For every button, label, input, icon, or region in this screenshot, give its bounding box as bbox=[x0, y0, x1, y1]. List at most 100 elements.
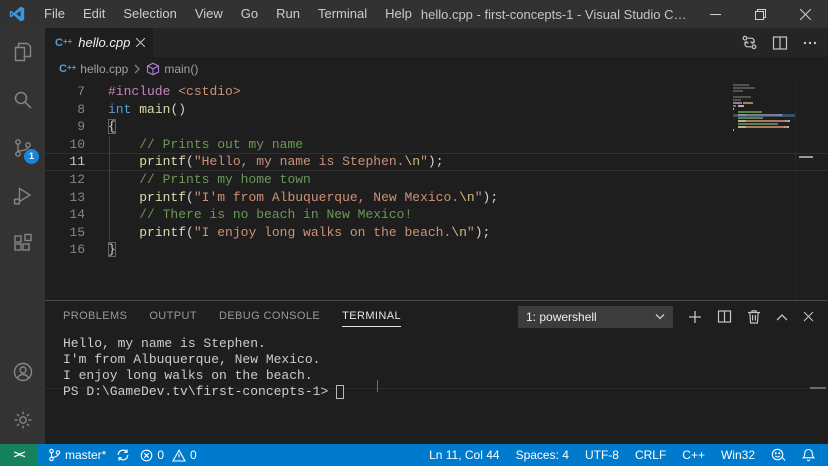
minimap-seg bbox=[733, 129, 734, 131]
code-editor[interactable]: 7#include <cstdio>8int main()9{10 // Pri… bbox=[45, 80, 828, 300]
code-token: ); bbox=[483, 190, 499, 205]
line-number[interactable]: 14 bbox=[45, 206, 85, 224]
line-number[interactable]: 13 bbox=[45, 189, 85, 207]
menu-item-go[interactable]: Go bbox=[232, 0, 267, 28]
symbol-method-icon bbox=[146, 62, 160, 76]
close-button[interactable] bbox=[783, 0, 828, 28]
minimap-row bbox=[733, 117, 795, 119]
close-panel-icon[interactable] bbox=[803, 311, 814, 322]
panel-tab-terminal[interactable]: TERMINAL bbox=[342, 302, 401, 331]
breadcrumb-file[interactable]: hello.cpp bbox=[80, 62, 128, 76]
language-mode[interactable]: C++ bbox=[682, 448, 705, 462]
code-line-12[interactable]: 12 // Prints my home town bbox=[45, 171, 828, 189]
minimap-row bbox=[733, 96, 795, 98]
menu-item-selection[interactable]: Selection bbox=[114, 0, 185, 28]
extensions-icon[interactable] bbox=[0, 220, 45, 268]
kill-terminal-icon[interactable] bbox=[747, 309, 761, 324]
explorer-icon[interactable] bbox=[0, 28, 45, 76]
minimap-seg bbox=[733, 90, 743, 92]
minimap[interactable] bbox=[733, 84, 795, 132]
tab-close-icon[interactable] bbox=[136, 38, 145, 47]
line-number[interactable]: 15 bbox=[45, 224, 85, 242]
panel-scrollbar-dash bbox=[810, 387, 826, 389]
manage-gear-icon[interactable] bbox=[0, 396, 45, 444]
panel-tab-debug-console[interactable]: DEBUG CONSOLE bbox=[219, 302, 320, 331]
terminal[interactable]: Hello, my name is Stephen.I'm from Albuq… bbox=[45, 332, 828, 400]
code-token: "I'm from Albuquerque, New Mexico. bbox=[194, 190, 459, 205]
feedback-icon[interactable] bbox=[771, 448, 786, 462]
code-line-8[interactable]: 8int main() bbox=[45, 101, 828, 119]
code-line-9[interactable]: 9{ bbox=[45, 118, 828, 136]
tab-hello-cpp[interactable]: C++ hello.cpp bbox=[45, 28, 153, 57]
menu-item-view[interactable]: View bbox=[186, 0, 232, 28]
code-token: main bbox=[139, 102, 170, 117]
code-line-16[interactable]: 16} bbox=[45, 241, 828, 259]
search-icon[interactable] bbox=[0, 76, 45, 124]
errors-icon bbox=[140, 449, 153, 462]
terminal-selector[interactable]: 1: powershell bbox=[518, 306, 673, 328]
code-token: " bbox=[420, 154, 428, 169]
more-actions-icon[interactable] bbox=[802, 35, 818, 51]
vscode-window: FileEditSelectionViewGoRunTerminalHelp h… bbox=[0, 0, 828, 466]
panel-tab-output[interactable]: OUTPUT bbox=[149, 302, 197, 331]
cursor-position[interactable]: Ln 11, Col 44 bbox=[429, 448, 500, 462]
line-number[interactable]: 12 bbox=[45, 171, 85, 189]
code-line-11[interactable]: 11 printf("Hello, my name is Stephen.\n"… bbox=[45, 153, 828, 171]
code-token: // Prints my home town bbox=[139, 172, 311, 187]
problems-item[interactable]: 0 0 bbox=[140, 448, 196, 462]
restore-button[interactable] bbox=[738, 0, 783, 28]
minimap-seg bbox=[733, 99, 741, 101]
source-control-icon[interactable]: 1 bbox=[0, 124, 45, 172]
minimap-seg bbox=[733, 87, 755, 89]
menu-item-terminal[interactable]: Terminal bbox=[309, 0, 376, 28]
status-bar: >< master* 0 0 Ln 11, Col 44 Spaces: 4 U… bbox=[0, 444, 828, 466]
line-number[interactable]: 10 bbox=[45, 136, 85, 154]
breadcrumb-cpp-icon: C++ bbox=[59, 63, 76, 75]
breadcrumb-symbol[interactable]: main() bbox=[164, 62, 198, 76]
platform-target[interactable]: Win32 bbox=[721, 448, 755, 462]
code-line-14[interactable]: 14 // There is no beach in New Mexico! bbox=[45, 206, 828, 224]
code-line-15[interactable]: 15 printf("I enjoy long walks on the bea… bbox=[45, 224, 828, 242]
notifications-bell-icon[interactable] bbox=[802, 448, 815, 462]
minimize-button[interactable] bbox=[693, 0, 738, 28]
run-debug-icon[interactable] bbox=[0, 172, 45, 220]
code-line-13[interactable]: 13 printf("I'm from Albuquerque, New Mex… bbox=[45, 189, 828, 207]
menu-item-file[interactable]: File bbox=[35, 0, 74, 28]
minimap-row bbox=[733, 102, 795, 104]
line-number[interactable]: 11 bbox=[45, 153, 85, 171]
code-line-10[interactable]: 10 // Prints out my name bbox=[45, 136, 828, 154]
chevron-down-icon bbox=[655, 313, 665, 320]
encoding[interactable]: UTF-8 bbox=[585, 448, 619, 462]
menu-item-edit[interactable]: Edit bbox=[74, 0, 114, 28]
line-number[interactable]: 9 bbox=[45, 118, 85, 136]
eol-sequence[interactable]: CRLF bbox=[635, 448, 666, 462]
split-editor-icon[interactable] bbox=[772, 35, 788, 51]
line-number[interactable]: 7 bbox=[45, 83, 85, 101]
line-number[interactable]: 8 bbox=[45, 101, 85, 119]
code-token bbox=[108, 172, 139, 187]
line-number[interactable]: 16 bbox=[45, 241, 85, 259]
line-content: } bbox=[108, 241, 116, 259]
panel-tab-problems[interactable]: PROBLEMS bbox=[63, 302, 127, 331]
code-token: { bbox=[108, 119, 116, 134]
terminal-prompt: PS D:\GameDev.tv\first-concepts-1> bbox=[63, 384, 328, 400]
activity-bar-spacer bbox=[0, 268, 45, 348]
new-terminal-icon[interactable] bbox=[688, 310, 702, 324]
maximize-panel-icon[interactable] bbox=[776, 313, 788, 321]
menu-item-help[interactable]: Help bbox=[376, 0, 421, 28]
overview-ruler-cursor-marker bbox=[799, 156, 813, 158]
menu-item-run[interactable]: Run bbox=[267, 0, 309, 28]
minimap-border bbox=[795, 80, 796, 300]
chevron-right-icon bbox=[132, 64, 142, 74]
remote-indicator[interactable]: >< bbox=[0, 444, 38, 466]
split-terminal-icon[interactable] bbox=[717, 309, 732, 324]
git-branch-item[interactable]: master* bbox=[48, 448, 106, 462]
bottom-panel: PROBLEMS OUTPUT DEBUG CONSOLE TERMINAL 1: p… bbox=[45, 300, 828, 444]
sync-changes-item[interactable] bbox=[116, 448, 130, 462]
open-changes-icon[interactable] bbox=[741, 34, 758, 51]
indentation[interactable]: Spaces: 4 bbox=[516, 448, 569, 462]
accounts-icon[interactable] bbox=[0, 348, 45, 396]
window-controls bbox=[693, 0, 828, 28]
code-line-7[interactable]: 7#include <cstdio> bbox=[45, 83, 828, 101]
minimap-seg bbox=[742, 105, 744, 107]
